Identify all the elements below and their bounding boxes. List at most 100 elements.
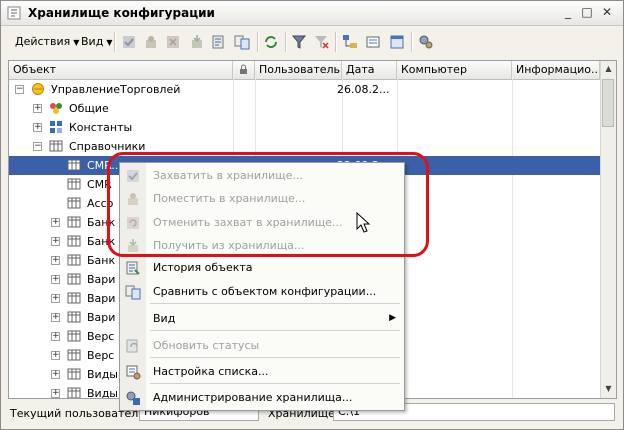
list-settings-icon: [126, 365, 141, 380]
scroll-down-icon[interactable]: ▼: [602, 382, 615, 395]
expand-icon[interactable]: +: [51, 275, 60, 284]
menu-item[interactable]: Сравнить с объектом конфигурации...: [120, 281, 404, 303]
tree-row-label: Константы: [69, 121, 133, 134]
get-icon[interactable]: [189, 34, 205, 50]
cat-object-icon: [67, 159, 81, 171]
tree-row[interactable]: + Общие: [9, 99, 600, 118]
tree-row-label: Верс: [87, 349, 115, 362]
scroll-thumb[interactable]: [602, 79, 614, 127]
cat-object-icon: [67, 311, 81, 323]
const-object-icon: [50, 121, 62, 133]
refresh-icon[interactable]: [263, 34, 279, 50]
cat-object-icon: [67, 349, 81, 361]
toolbar: Действия ▼ Вид ▼: [1, 28, 623, 56]
close-button[interactable]: ✕: [599, 5, 615, 20]
scroll-up-icon[interactable]: ▲: [602, 62, 615, 75]
highlight-annotation: [107, 152, 429, 257]
expand-icon[interactable]: +: [51, 313, 60, 322]
expand-icon[interactable]: +: [51, 256, 60, 265]
root-object-icon: [32, 83, 44, 95]
menu-item[interactable]: Настройка списка...: [120, 361, 404, 383]
expand-icon[interactable]: +: [33, 123, 42, 132]
vertical-scrollbar[interactable]: ▲ ▼: [600, 61, 616, 398]
title-bar: Хранилище конфигурации _ □ ✕: [1, 1, 623, 26]
menu-item-label: Настройка списка...: [153, 365, 269, 378]
cat-object-icon: [67, 273, 81, 285]
collapse-icon[interactable]: −: [15, 85, 24, 94]
tree-row[interactable]: + Константы: [9, 118, 600, 137]
compare-icon[interactable]: [234, 34, 250, 50]
list-icon[interactable]: [365, 34, 381, 50]
submenu-arrow-icon: ▶: [389, 313, 396, 323]
expand-icon[interactable]: +: [51, 332, 60, 341]
column-header-info[interactable]: Информацио...: [512, 61, 600, 79]
tree-icon[interactable]: [342, 34, 358, 50]
menu-separator: [150, 303, 400, 304]
column-header-user[interactable]: Пользователь: [255, 61, 342, 79]
mouse-cursor-icon: [356, 212, 370, 233]
actions-menu[interactable]: Действия ▼: [15, 35, 79, 48]
column-header-computer[interactable]: Компьютер: [397, 61, 512, 79]
tree-row-label: УправлениеТорговлей: [51, 83, 181, 96]
capture-icon[interactable]: [121, 34, 137, 50]
expand-icon[interactable]: +: [51, 370, 60, 379]
menu-item[interactable]: Администрирование хранилища...: [120, 387, 404, 409]
menu-separator: [150, 357, 400, 358]
refresh-icon: [126, 339, 138, 353]
expand-icon[interactable]: +: [51, 351, 60, 360]
column-header-date[interactable]: Дата: [342, 61, 397, 79]
cat-object-icon: [67, 292, 81, 304]
menu-item-label: Обновить статусы: [153, 339, 260, 352]
app-icon: [7, 6, 21, 20]
cat-object-icon: [67, 330, 81, 342]
undo-lock-icon[interactable]: [165, 34, 181, 50]
menu-item-label: Сравнить с объектом конфигурации...: [153, 285, 377, 298]
cat-object-icon: [67, 178, 81, 190]
common-object-icon: [50, 103, 62, 114]
minimize-button[interactable]: _: [560, 5, 576, 20]
menu-item-label: История объекта: [153, 261, 253, 274]
history-icon[interactable]: [211, 34, 227, 50]
expand-icon[interactable]: +: [51, 294, 60, 303]
clear-filter-icon[interactable]: [313, 34, 329, 50]
put-icon[interactable]: [143, 34, 159, 50]
cat-object-icon: [67, 216, 81, 228]
filter-icon[interactable]: [291, 34, 307, 50]
settings-icon[interactable]: [418, 34, 434, 50]
tree-row-label: Виды: [87, 368, 118, 381]
cat-object-icon: [67, 197, 81, 209]
menu-separator: [150, 330, 400, 331]
expand-icon[interactable]: +: [51, 389, 60, 398]
expand-icon[interactable]: +: [33, 104, 42, 113]
history-icon: [126, 261, 140, 275]
tree-row-label: Вари: [87, 292, 116, 305]
window-title: Хранилище конфигурации: [28, 6, 215, 20]
tree-row-label: Общие: [69, 102, 109, 115]
cat-object-icon: [67, 254, 81, 266]
column-header-lock[interactable]: [233, 61, 255, 79]
tree-row-label: Вари: [87, 273, 116, 286]
tree-row[interactable]: − УправлениеТорговлей 26.08.2...: [9, 80, 600, 99]
expand-icon[interactable]: +: [51, 237, 60, 246]
column-header-object[interactable]: Объект: [9, 61, 233, 79]
menu-item-label: Вид: [153, 312, 176, 325]
menu-item[interactable]: Обновить статусы: [120, 335, 404, 357]
cat-object-icon: [67, 235, 81, 247]
grid-header: Объект Пользователь Дата Компьютер Инфор…: [9, 61, 600, 80]
menu-item[interactable]: Вид ▶: [120, 308, 404, 330]
maximize-button[interactable]: □: [579, 5, 595, 20]
expand-icon[interactable]: +: [51, 218, 60, 227]
menu-item-label: Администрирование хранилища...: [153, 391, 353, 404]
tree-row-label: Банк: [87, 254, 116, 267]
compare-icon: [125, 285, 141, 300]
view-menu[interactable]: Вид ▼: [81, 35, 112, 48]
tree-row-label: Виды: [87, 387, 118, 399]
tree-row-label: Вари: [87, 311, 116, 324]
menu-item[interactable]: История объекта: [120, 257, 404, 279]
collapse-icon[interactable]: −: [33, 142, 42, 151]
tree-row-date: 26.08.2...: [337, 83, 390, 96]
window-icon[interactable]: [389, 34, 405, 50]
menu-separator: [150, 383, 400, 384]
tree-row-label: Верс: [87, 330, 115, 343]
admin-icon: [126, 391, 140, 405]
